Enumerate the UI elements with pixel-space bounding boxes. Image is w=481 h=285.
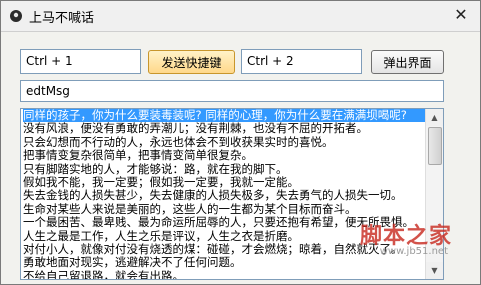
- text-line: 不给自己留退路，就会有出路。: [23, 269, 184, 280]
- text-line: 失去金钱的人损失甚少，失去健康的人损失极多，失去勇气的人损失一切。: [23, 189, 403, 203]
- close-icon: ✕: [454, 5, 468, 24]
- selected-text-line: 同样的孩子，你为什么要装毒装呢? 同样的心理，你为什么要在满满坝喝呢?: [23, 109, 425, 123]
- scroll-up-arrow-icon[interactable]: ▲: [426, 109, 443, 126]
- send-hotkey-button[interactable]: 发送快捷键: [148, 50, 235, 74]
- text-line: 只有脚踏实地的人，才能够说：路，就在我的脚下。: [23, 162, 288, 176]
- scroll-down-arrow-icon[interactable]: ▼: [426, 262, 443, 279]
- popup-button[interactable]: 弹出界面: [371, 50, 444, 74]
- text-line: 生命对某些人来说是美丽的，这些人的一生都为某个目标而奋斗。: [23, 202, 357, 216]
- text-line: 勇敢地面对现实，逃避解决不了任何问题。: [23, 256, 242, 270]
- hotkey1-input[interactable]: Ctrl + 1: [20, 49, 141, 74]
- watermark-url: www.jb51.net: [379, 246, 448, 257]
- window-title: 上马不喊话: [29, 11, 95, 26]
- text-line: 假如我不能，我一定要；假如我一定要，我就一定能。: [23, 176, 299, 190]
- app-window: 上马不喊话 ✕ Ctrl + 1 发送快捷键 Ctrl + 2 弹出界面 edt…: [0, 0, 481, 285]
- app-icon: [10, 10, 22, 22]
- text-line: 只会幻想而不行动的人，永远也体会不到收获果实时的喜悦。: [23, 135, 334, 149]
- scroll-thumb[interactable]: [428, 127, 442, 165]
- hotkey2-input[interactable]: Ctrl + 2: [241, 49, 362, 74]
- close-button[interactable]: ✕: [448, 5, 474, 25]
- content-lines: 同样的孩子，你为什么要装毒装呢? 同样的心理，你为什么要在满满坝喝呢? 没有风浪，…: [23, 109, 425, 280]
- message-input[interactable]: edtMsg: [20, 80, 444, 102]
- title-bar[interactable]: 上马不喊话 ✕: [1, 1, 480, 32]
- main-panel: Ctrl + 1 发送快捷键 Ctrl + 2 弹出界面 edtMsg 同样的孩…: [1, 32, 480, 284]
- text-line: 把事情变复杂很简单，把事情变简单很复杂。: [23, 149, 253, 163]
- text-line: 没有风浪，便没有勇敢的弄潮儿；没有荆棘，也没有不屈的开拓者。: [23, 122, 368, 136]
